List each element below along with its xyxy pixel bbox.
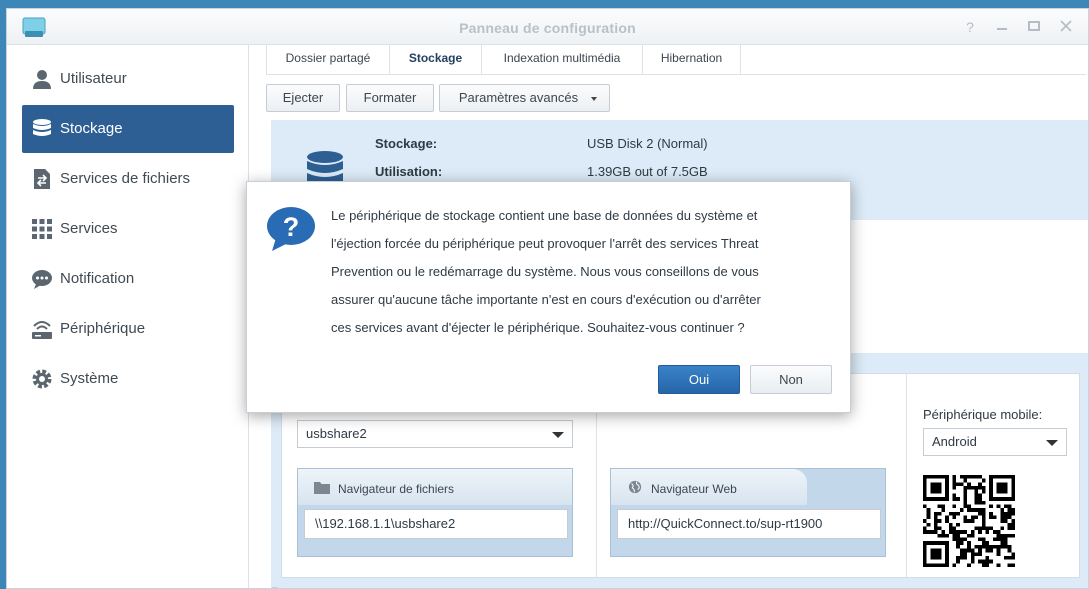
sidebar-item-label: Notification — [60, 270, 135, 287]
web-browser-header[interactable]: Navigateur Web — [611, 469, 807, 505]
grid-icon — [32, 219, 52, 239]
sidebar-item-label: Périphérique — [60, 320, 146, 337]
sidebar-item-peripherique[interactable]: Périphérique — [22, 305, 234, 353]
file-browser-label: Navigateur de fichiers — [338, 482, 455, 496]
svg-text:?: ? — [283, 212, 300, 242]
folder-icon — [314, 482, 330, 494]
sidebar-item-services-de-fichiers[interactable]: Services de fichiers — [22, 155, 234, 203]
sidebar-item-label: Stockage — [60, 120, 123, 137]
advanced-settings-label: Paramètres avancés — [458, 90, 579, 105]
storage-label: Stockage: — [375, 136, 438, 151]
dialog-message-line: ces services avant d'éjecter le périphér… — [331, 320, 745, 335]
database-icon — [33, 119, 51, 136]
advanced-settings-button[interactable]: Paramètres avancés — [439, 84, 610, 112]
yes-button[interactable]: Oui — [658, 365, 740, 394]
maximize-icon[interactable] — [1024, 17, 1044, 37]
sidebar-item-systeme[interactable]: Système — [22, 355, 234, 403]
usage-label: Utilisation: — [375, 164, 443, 179]
sidebar: Utilisateur Stockage Services de fichier… — [7, 45, 249, 588]
help-icon[interactable]: ? — [960, 17, 980, 37]
tab-dossier-partage[interactable]: Dossier partagé — [266, 45, 390, 75]
sidebar-item-services[interactable]: Services — [22, 205, 234, 253]
dialog-message-line: assurer qu'aucune tâche importante n'est… — [331, 292, 761, 307]
eject-button[interactable]: Ejecter — [266, 84, 340, 112]
file-browser-path-field[interactable]: \\192.168.1.1\usbshare2 — [304, 509, 568, 539]
no-button[interactable]: Non — [750, 365, 832, 394]
user-icon — [33, 70, 51, 89]
web-browser-url-field[interactable]: http://QuickConnect.to/sup-rt1900 — [617, 509, 881, 539]
minimize-icon[interactable] — [992, 17, 1012, 37]
file-browser-header[interactable]: Navigateur de fichiers — [298, 469, 572, 505]
sidebar-item-label: Services — [60, 220, 118, 237]
sidebar-item-utilisateur[interactable]: Utilisateur — [22, 55, 234, 103]
close-icon[interactable] — [1056, 17, 1076, 37]
dialog-message-line: l'éjection forcée du périphérique peut p… — [331, 236, 759, 251]
dialog-message-line: Le périphérique de stockage contient une… — [331, 208, 758, 223]
router-icon — [32, 321, 52, 339]
mobile-device-label: Périphérique mobile: — [923, 407, 1043, 422]
sidebar-item-notification[interactable]: Notification — [22, 255, 234, 303]
file-services-icon — [34, 169, 50, 189]
globe-icon — [628, 480, 642, 494]
share-select[interactable]: usbshare2 — [297, 420, 573, 448]
tab-stockage[interactable]: Stockage — [390, 45, 482, 75]
chevron-down-icon — [552, 432, 564, 438]
sidebar-item-label: Utilisateur — [60, 70, 127, 87]
dialog-message: Le périphérique de stockage contient une… — [331, 202, 831, 342]
column-divider — [906, 374, 907, 577]
tab-bar: Dossier partagé Stockage Indexation mult… — [266, 45, 1086, 75]
format-button[interactable]: Formater — [346, 84, 434, 112]
storage-value: USB Disk 2 (Normal) — [587, 136, 708, 151]
sidebar-item-stockage[interactable]: Stockage — [22, 105, 234, 153]
chevron-down-icon — [591, 97, 597, 101]
usage-value: 1.39GB out of 7.5GB — [587, 164, 708, 179]
share-select-value: usbshare2 — [306, 426, 367, 441]
tab-indexation-multimedia[interactable]: Indexation multimédia — [482, 45, 643, 75]
file-browser-box: Navigateur de fichiers \\192.168.1.1\usb… — [297, 468, 573, 557]
sidebar-item-label: Système — [60, 370, 119, 387]
web-browser-label: Navigateur Web — [651, 482, 737, 496]
qr-code-icon — [923, 475, 1015, 567]
tab-hibernation[interactable]: Hibernation — [643, 45, 741, 75]
chat-bubble-icon — [32, 270, 52, 289]
chevron-down-icon — [1046, 440, 1058, 446]
mobile-device-select-value: Android — [932, 434, 977, 449]
sidebar-item-label: Services de fichiers — [60, 170, 191, 187]
mobile-device-select[interactable]: Android — [923, 428, 1067, 456]
window-title: Panneau de configuration — [459, 20, 636, 36]
question-icon: ? — [267, 207, 315, 251]
confirm-eject-dialog: ? Le périphérique de stockage contient u… — [246, 181, 851, 413]
gear-icon — [32, 369, 52, 389]
title-bar[interactable]: Panneau de configuration ? — [7, 9, 1088, 45]
web-browser-box: Navigateur Web http://QuickConnect.to/su… — [610, 468, 886, 557]
dialog-message-line: Prevention ou le redémarrage du système.… — [331, 264, 759, 279]
